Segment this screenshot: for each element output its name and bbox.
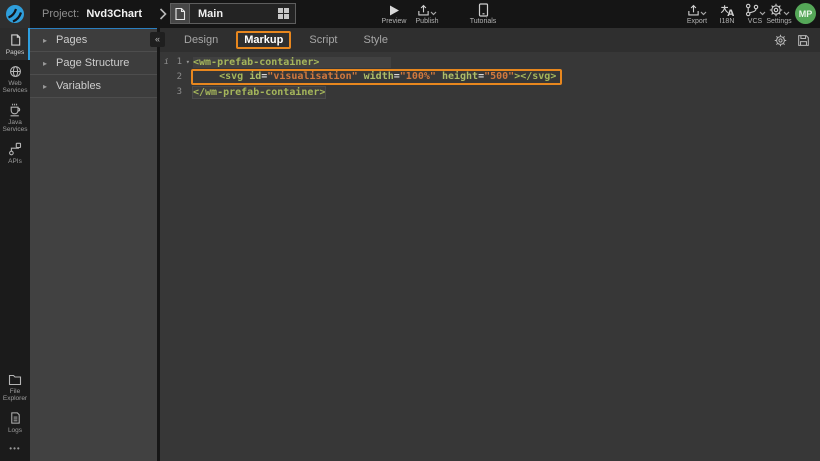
project-title: Project: Nvd3Chart	[42, 0, 142, 28]
i18n-button[interactable]: A I18N	[713, 3, 741, 25]
collapse-sidebar-button[interactable]: «	[150, 32, 165, 47]
wavemaker-logo[interactable]	[0, 0, 30, 28]
section-label: Pages	[56, 34, 87, 46]
save-button[interactable]	[797, 34, 810, 47]
settings-button[interactable]: Settings	[761, 3, 797, 25]
topbar: Project: Nvd3Chart Main Preview	[0, 0, 820, 28]
code-text: <svg id="visualisation" width="100%" hei…	[195, 71, 556, 82]
wavemaker-logo-icon	[5, 4, 25, 24]
rail-label: Java Services	[0, 119, 30, 133]
tab-markup[interactable]: Markup	[236, 31, 291, 49]
tab-design[interactable]: Design	[184, 34, 218, 46]
save-icon	[797, 34, 810, 47]
gear-icon	[774, 34, 787, 47]
rail-item-java-services[interactable]: Java Services	[0, 98, 30, 137]
java-services-icon	[8, 103, 22, 117]
page-tab-main[interactable]: Main	[170, 3, 296, 24]
expand-arrow-icon: ▸	[43, 59, 47, 68]
user-avatar[interactable]: MP	[795, 3, 816, 24]
annotation-highlight: <svg id="visualisation" width="100%" hei…	[191, 69, 562, 85]
rail-spacer	[0, 169, 30, 369]
code-line-3: 3 </wm-prefab-container>	[160, 86, 820, 98]
sidebar-section-page-structure[interactable]: ▸ Page Structure	[30, 52, 157, 75]
grid-icon[interactable]	[277, 7, 290, 20]
logs-icon	[9, 411, 22, 425]
rail-item-pages[interactable]: Pages	[0, 28, 30, 60]
export-icon	[687, 3, 707, 17]
translate-icon: A	[720, 3, 734, 17]
apis-icon	[8, 142, 22, 156]
rail-item-web-services[interactable]: Web Services	[0, 60, 30, 98]
chevron-right-icon	[159, 8, 167, 20]
publish-label: Publish	[416, 18, 439, 25]
gutter: 3	[160, 87, 182, 97]
preview-label: Preview	[382, 18, 407, 25]
play-icon	[388, 3, 400, 17]
rail-label: Web Services	[0, 80, 30, 94]
pages-icon	[9, 33, 22, 47]
code-text: <wm-prefab-container>	[193, 57, 391, 68]
gutter: 2	[160, 72, 182, 82]
left-rail: Pages Web Services Java Services APIs Fi…	[0, 28, 30, 461]
rail-label: File Explorer	[0, 388, 30, 402]
tab-style[interactable]: Style	[364, 34, 388, 46]
preview-button[interactable]: Preview	[376, 3, 412, 25]
page-tab-label: Main	[198, 8, 223, 20]
code-line-1: i1▾<wm-prefab-container>	[160, 56, 820, 68]
tab-script[interactable]: Script	[309, 34, 337, 46]
code-text: </wm-prefab-container>	[193, 87, 325, 98]
gutter: i1▾	[160, 57, 182, 67]
rail-label: Pages	[6, 49, 24, 56]
settings-label: Settings	[766, 18, 791, 25]
editor-tabbar: Design Markup Script Style	[160, 28, 820, 52]
publish-button[interactable]: Publish	[408, 3, 446, 25]
file-explorer-icon	[8, 374, 22, 386]
rail-item-file-explorer[interactable]: File Explorer	[0, 369, 30, 406]
rail-label: Logs	[8, 427, 22, 434]
line-number: 3	[177, 87, 182, 97]
project-name: Nvd3Chart	[86, 8, 142, 20]
rail-item-logs[interactable]: Logs	[0, 406, 30, 438]
web-services-icon	[9, 65, 22, 78]
line-number: 2	[177, 72, 182, 82]
i18n-label: I18N	[720, 18, 735, 25]
page-icon	[171, 4, 190, 23]
fold-icon[interactable]: ▾	[186, 58, 190, 66]
expand-arrow-icon: ▸	[43, 82, 47, 91]
upload-icon	[417, 3, 437, 17]
info-icon: i	[164, 57, 169, 66]
caret-down-icon	[700, 11, 707, 16]
rail-item-apis[interactable]: APIs	[0, 137, 30, 169]
caret-down-icon	[430, 11, 437, 16]
sidebar-section-pages[interactable]: ▸ Pages	[30, 29, 157, 52]
export-button[interactable]: Export	[680, 3, 714, 25]
section-label: Page Structure	[56, 57, 129, 69]
gear-icon	[769, 3, 790, 17]
export-label: Export	[687, 18, 707, 25]
project-label: Project:	[42, 8, 79, 20]
expand-arrow-icon: ▸	[43, 36, 47, 45]
markup-settings-button[interactable]	[774, 34, 787, 47]
sidebar-panel: ▸ Pages ▸ Page Structure ▸ Variables	[30, 28, 157, 461]
sidebar-section-variables[interactable]: ▸ Variables	[30, 75, 157, 98]
caret-down-icon	[783, 11, 790, 16]
tutorials-button[interactable]: Tutorials	[462, 3, 504, 25]
rail-more-button[interactable]: •••	[0, 438, 30, 461]
code-editor[interactable]: i1▾<wm-prefab-container>2 <svg id="visua…	[160, 52, 820, 461]
section-label: Variables	[56, 80, 101, 92]
svg-text:A: A	[727, 9, 734, 17]
tutorials-label: Tutorials	[470, 18, 497, 25]
code-line-2: 2 <svg id="visualisation" width="100%" h…	[160, 69, 820, 85]
editor-area: « Design Markup Script Style	[160, 28, 820, 461]
wavemaker-studio: Project: Nvd3Chart Main Preview	[0, 0, 820, 461]
rail-label: APIs	[8, 158, 22, 165]
tutorials-icon	[477, 3, 490, 17]
line-number: 1	[177, 57, 182, 67]
